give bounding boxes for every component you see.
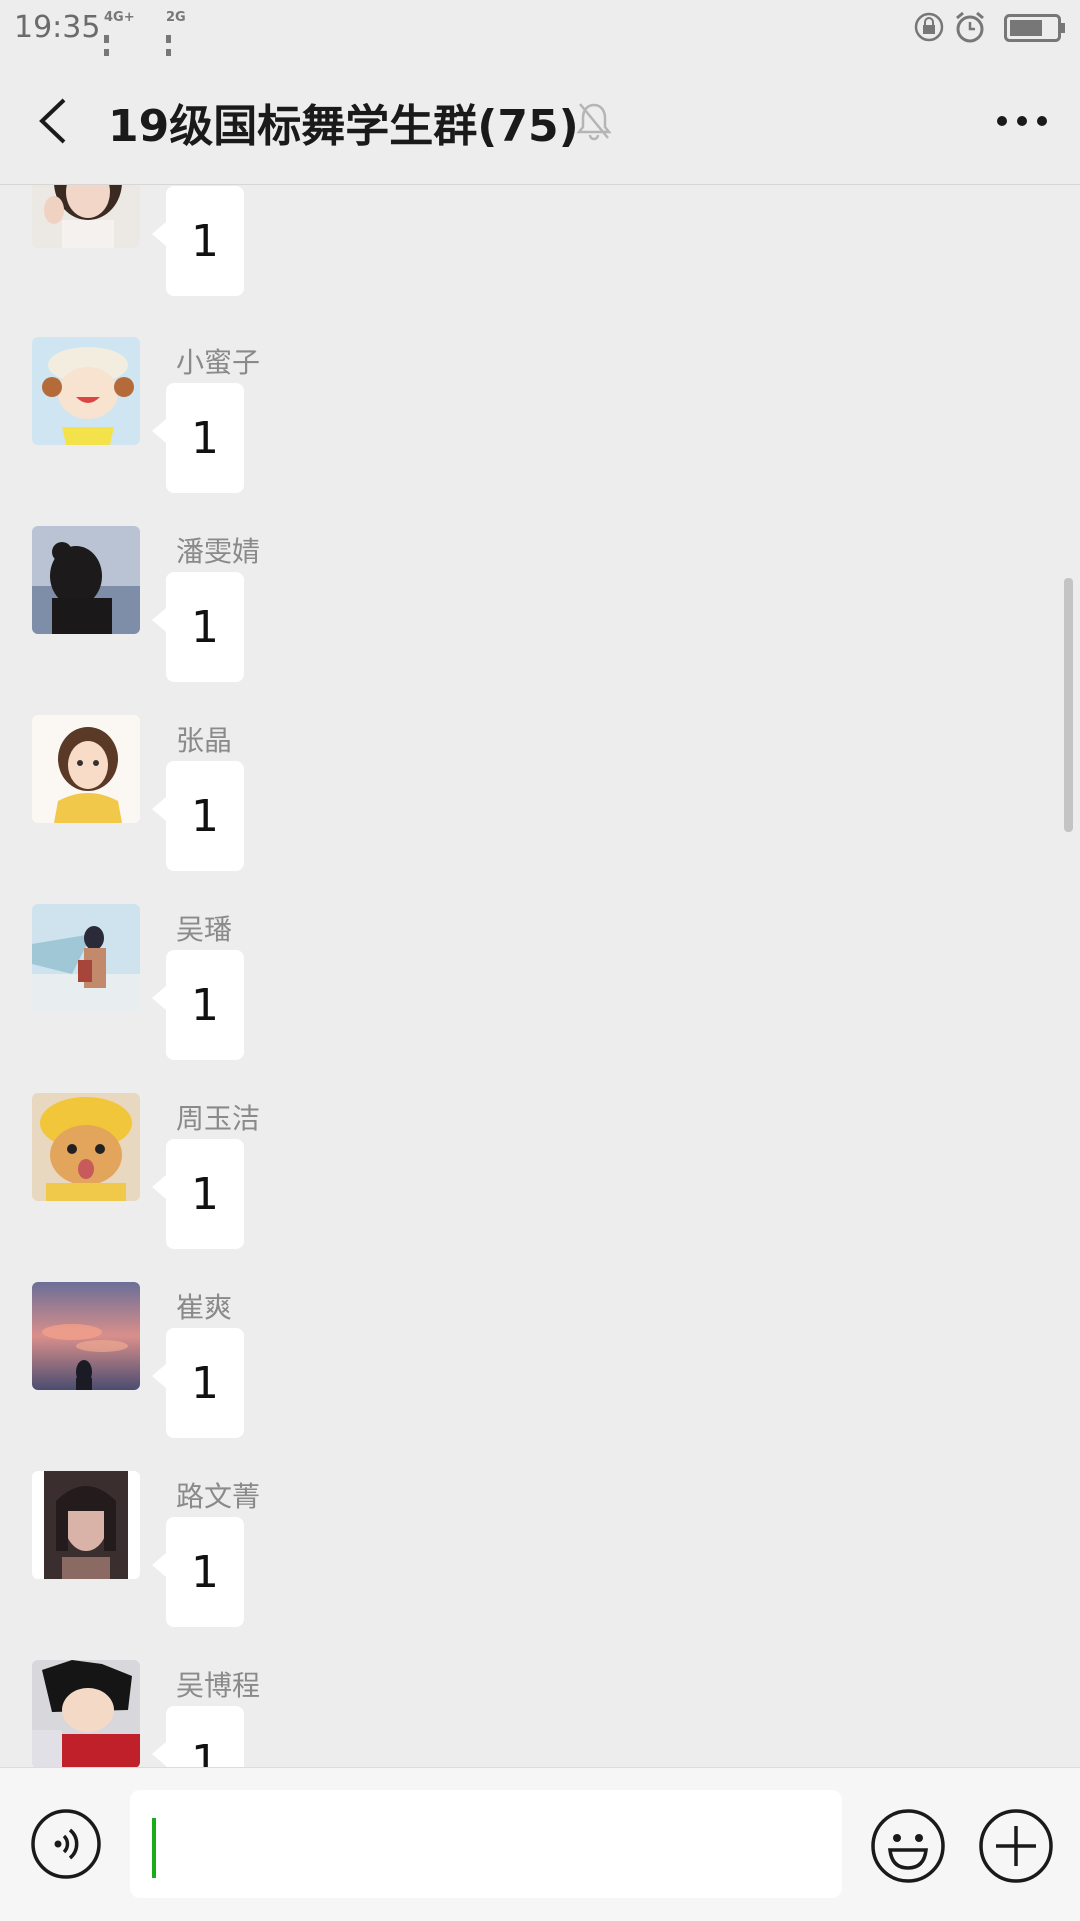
network-type-label: 2G bbox=[166, 10, 186, 25]
message-bubble[interactable]: 1 bbox=[152, 1139, 244, 1249]
message-text: 1 bbox=[191, 601, 219, 653]
sender-name: 吴博程 bbox=[176, 1669, 261, 1702]
sender-name: 崔爽 bbox=[176, 1291, 233, 1324]
message-bubble[interactable]: 1 bbox=[152, 950, 244, 1060]
alarm-icon bbox=[956, 11, 984, 43]
girl-photo-avatar[interactable] bbox=[32, 185, 140, 248]
message-row: 周玉洁 1 bbox=[0, 1093, 1080, 1283]
message-row: 1 bbox=[0, 185, 1080, 330]
message-bubble[interactable]: 1 bbox=[152, 1706, 244, 1768]
message-text: 1 bbox=[191, 412, 219, 464]
sender-name: 路文菁 bbox=[176, 1480, 261, 1513]
status-icons bbox=[866, 10, 1066, 44]
message-row: 潘雯婧 1 bbox=[0, 526, 1080, 716]
message-row: 吴璠 1 bbox=[0, 904, 1080, 1094]
sender-name: 张晶 bbox=[176, 724, 233, 757]
more-icon[interactable] bbox=[994, 104, 1050, 138]
message-bubble[interactable]: 1 bbox=[152, 383, 244, 493]
message-bubble[interactable]: 1 bbox=[152, 1328, 244, 1438]
message-row: 张晶 1 bbox=[0, 715, 1080, 905]
lock-rotation-icon bbox=[914, 12, 944, 42]
message-bubble[interactable]: 1 bbox=[152, 761, 244, 871]
message-row: 崔爽 1 bbox=[0, 1282, 1080, 1472]
message-bubble[interactable]: 1 bbox=[152, 572, 244, 682]
sender-name: 潘雯婧 bbox=[176, 535, 261, 568]
anime-boy-avatar[interactable] bbox=[32, 1660, 140, 1767]
cartoon-kid-avatar[interactable] bbox=[32, 337, 140, 445]
mute-bell-icon bbox=[576, 103, 612, 141]
emoji-icon[interactable] bbox=[870, 1808, 946, 1884]
anime-girl-avatar[interactable] bbox=[32, 904, 140, 1012]
input-bar bbox=[0, 1767, 1080, 1921]
selfie-avatar[interactable] bbox=[32, 1471, 140, 1579]
status-time: 19:35 bbox=[14, 10, 101, 45]
sender-name: 吴璠 bbox=[176, 913, 233, 946]
beach-silhouette-avatar[interactable] bbox=[32, 526, 140, 634]
message-text: 1 bbox=[191, 1546, 219, 1598]
sender-name: 小蜜子 bbox=[176, 346, 261, 379]
message-list[interactable]: 1 小蜜子 1 潘雯婧 1 张晶 1 吴璠 1 周玉洁 1 崔爽 1 路文菁 1… bbox=[0, 185, 1080, 1767]
sunset-sky-avatar[interactable] bbox=[32, 1282, 140, 1390]
message-text: 1 bbox=[191, 1357, 219, 1409]
back-icon[interactable] bbox=[34, 96, 74, 146]
message-text: 1 bbox=[191, 979, 219, 1031]
message-bubble[interactable]: 1 bbox=[152, 1517, 244, 1627]
cat-avatar[interactable] bbox=[32, 1093, 140, 1201]
message-text: 1 bbox=[191, 790, 219, 842]
network-type-label: 4G+ bbox=[104, 10, 135, 25]
message-row: 小蜜子 1 bbox=[0, 337, 1080, 527]
text-caret bbox=[152, 1818, 156, 1878]
chat-title: 19级国标舞学生群(75) bbox=[108, 101, 579, 152]
status-bar: 19:35 4G+ 2G bbox=[0, 0, 1080, 105]
message-row: 路文菁 1 bbox=[0, 1471, 1080, 1661]
voice-icon[interactable] bbox=[30, 1808, 102, 1880]
plus-icon[interactable] bbox=[978, 1808, 1054, 1884]
message-bubble[interactable]: 1 bbox=[152, 186, 244, 296]
sender-name: 周玉洁 bbox=[176, 1102, 261, 1135]
message-text: 1 bbox=[191, 1735, 219, 1768]
message-text: 1 bbox=[191, 215, 219, 267]
battery-icon bbox=[1004, 14, 1065, 42]
scrollbar[interactable] bbox=[1064, 578, 1073, 832]
message-text: 1 bbox=[191, 1168, 219, 1220]
message-row: 吴博程 1 bbox=[0, 1660, 1080, 1767]
chat-header: 19级国标舞学生群(75) bbox=[0, 56, 1080, 185]
message-input[interactable] bbox=[130, 1790, 842, 1898]
cartoon-girl-avatar[interactable] bbox=[32, 715, 140, 823]
